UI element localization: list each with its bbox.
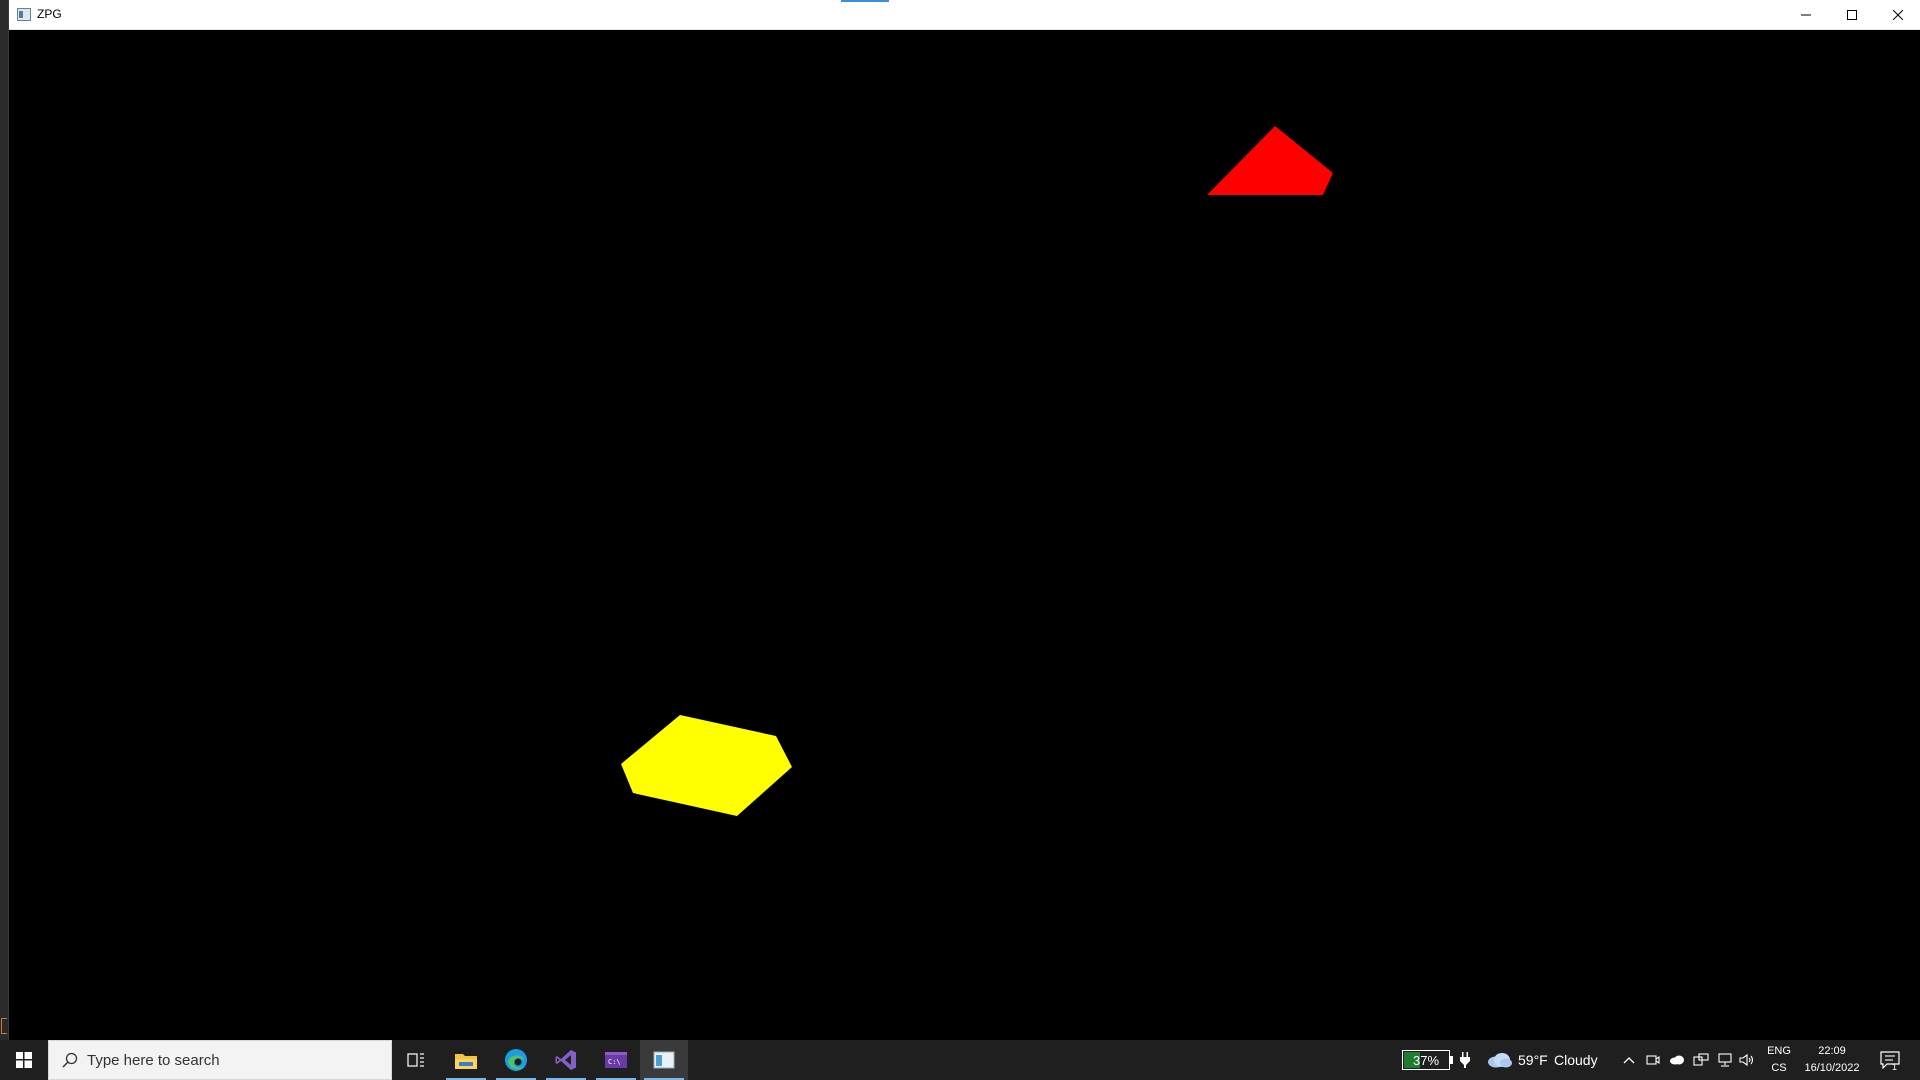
task-view-button[interactable] xyxy=(392,1040,440,1080)
volume-icon[interactable] xyxy=(1736,1040,1758,1080)
title-bar[interactable]: ZPG xyxy=(9,0,1920,30)
notification-center-button[interactable]: 1 xyxy=(1872,1040,1908,1080)
meet-now-icon[interactable] xyxy=(1642,1040,1664,1080)
notification-count: 1 xyxy=(1892,1062,1898,1072)
battery-terminal xyxy=(1450,1056,1453,1064)
red-triangle xyxy=(1207,126,1333,195)
desktop-edge-mark xyxy=(1,1018,7,1034)
weather-description[interactable]: Cloudy xyxy=(1554,1040,1598,1080)
visual-studio-button[interactable] xyxy=(542,1040,590,1080)
task-view-icon xyxy=(407,1053,424,1067)
taskbar: Type here to search C:\ 37% 59°F Cloudy … xyxy=(0,1040,1920,1080)
app-window-icon xyxy=(17,8,31,21)
window-title: ZPG xyxy=(37,7,62,21)
windows-logo-icon xyxy=(16,1052,32,1068)
title-bar-accent xyxy=(841,0,889,2)
terminal-icon: C:\ xyxy=(605,1052,627,1068)
edge-icon xyxy=(505,1049,527,1071)
file-explorer-button[interactable] xyxy=(442,1040,490,1080)
language-code: ENG xyxy=(1767,1045,1791,1057)
visual-studio-icon xyxy=(555,1050,576,1070)
start-button[interactable] xyxy=(0,1040,48,1080)
input-language-indicator[interactable]: ENG CS xyxy=(1764,1043,1794,1077)
terminal-button[interactable]: C:\ xyxy=(592,1040,640,1080)
onedrive-icon[interactable] xyxy=(1666,1040,1688,1080)
taskbar-clock[interactable]: 22:09 16/10/2022 xyxy=(1796,1043,1868,1077)
clock-time: 22:09 xyxy=(1818,1045,1846,1057)
search-icon xyxy=(61,1051,79,1069)
keyboard-layout-code: CS xyxy=(1771,1062,1787,1074)
taskbar-search-box[interactable]: Type here to search xyxy=(48,1040,392,1080)
clock-date: 16/10/2022 xyxy=(1804,1062,1860,1074)
battery-indicator[interactable]: 37% xyxy=(1402,1050,1450,1070)
battery-percent: 37% xyxy=(1412,1052,1440,1068)
maximize-button[interactable] xyxy=(1829,0,1875,30)
power-plug-icon xyxy=(1454,1040,1476,1080)
desktop-background xyxy=(0,0,8,1040)
yellow-hexagon xyxy=(621,715,792,816)
app-window: ZPG xyxy=(8,0,1920,1040)
device-sync-icon[interactable] xyxy=(1690,1040,1712,1080)
minimize-icon xyxy=(1801,14,1811,16)
minimize-button[interactable] xyxy=(1783,0,1829,30)
network-icon[interactable] xyxy=(1714,1040,1736,1080)
weather-temperature[interactable]: 59°F xyxy=(1518,1040,1548,1080)
close-button[interactable] xyxy=(1875,0,1920,30)
close-icon xyxy=(1893,10,1903,20)
chevron-up-icon[interactable] xyxy=(1618,1040,1640,1080)
search-placeholder: Type here to search xyxy=(87,1051,220,1069)
cloud-weather-icon[interactable] xyxy=(1486,1040,1514,1080)
file-explorer-icon xyxy=(455,1054,477,1069)
zpg-app-button[interactable] xyxy=(640,1040,688,1080)
edge-button[interactable] xyxy=(492,1040,540,1080)
svg-text:C:\: C:\ xyxy=(608,1058,621,1066)
maximize-icon xyxy=(1847,10,1857,20)
zpg-app-icon xyxy=(653,1051,675,1069)
render-canvas[interactable] xyxy=(9,31,1920,1040)
